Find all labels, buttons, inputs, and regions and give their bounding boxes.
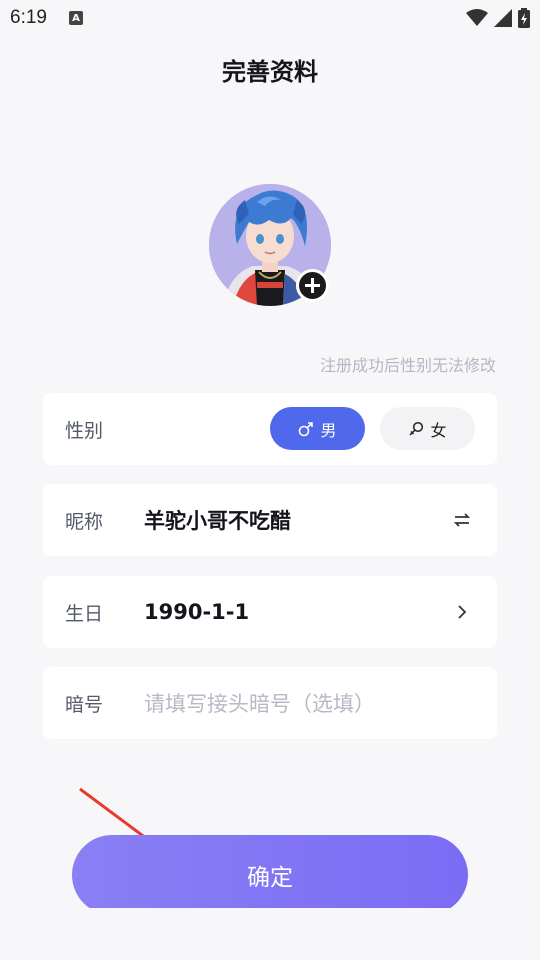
code-label: 暗号 bbox=[65, 693, 104, 716]
chevron-right-icon bbox=[458, 605, 467, 619]
birthday-value[interactable]: 1990-1-1 bbox=[144, 600, 449, 624]
status-bar: 6:19 A bbox=[0, 0, 540, 36]
wifi-icon bbox=[466, 9, 488, 26]
notification-icon: A bbox=[68, 11, 83, 25]
bottom-mask bbox=[60, 908, 480, 960]
gender-label: 性别 bbox=[65, 419, 104, 442]
avatar-picker[interactable] bbox=[209, 184, 331, 306]
nickname-value[interactable]: 羊驼小哥不吃醋 bbox=[144, 505, 449, 535]
gender-male-label: 男 bbox=[320, 420, 337, 440]
gender-toggle: 男 女 bbox=[270, 407, 475, 450]
gender-hint: 注册成功后性别无法修改 bbox=[319, 356, 496, 375]
add-avatar-button[interactable] bbox=[296, 269, 329, 302]
nickname-label: 昵称 bbox=[65, 510, 104, 533]
battery-icon bbox=[518, 8, 530, 28]
page-title: 完善资料 bbox=[222, 58, 318, 86]
nickname-row[interactable]: 昵称 羊驼小哥不吃醋 bbox=[43, 484, 497, 556]
male-symbol-icon bbox=[299, 421, 314, 436]
code-row[interactable]: 暗号 请填写接头暗号（选填） bbox=[43, 667, 497, 739]
gender-male-button[interactable]: 男 bbox=[270, 407, 365, 450]
code-input[interactable]: 请填写接头暗号（选填） bbox=[144, 688, 475, 718]
signal-icon bbox=[494, 9, 512, 27]
birthday-label: 生日 bbox=[65, 602, 104, 625]
status-time: 6:19 bbox=[10, 7, 47, 28]
gender-female-label: 女 bbox=[430, 420, 447, 440]
confirm-button[interactable]: 确定 bbox=[72, 835, 468, 915]
confirm-label: 确定 bbox=[247, 865, 293, 891]
random-nickname-button[interactable] bbox=[449, 512, 475, 528]
plus-icon bbox=[305, 278, 320, 293]
gender-female-button[interactable]: 女 bbox=[380, 407, 475, 450]
birthday-row[interactable]: 生日 1990-1-1 bbox=[43, 576, 497, 648]
female-symbol-icon bbox=[409, 421, 424, 436]
status-icons bbox=[466, 8, 530, 28]
gender-row: 性别 男 女 bbox=[43, 393, 497, 465]
swap-icon bbox=[453, 513, 471, 527]
birthday-picker-button[interactable] bbox=[449, 604, 475, 620]
